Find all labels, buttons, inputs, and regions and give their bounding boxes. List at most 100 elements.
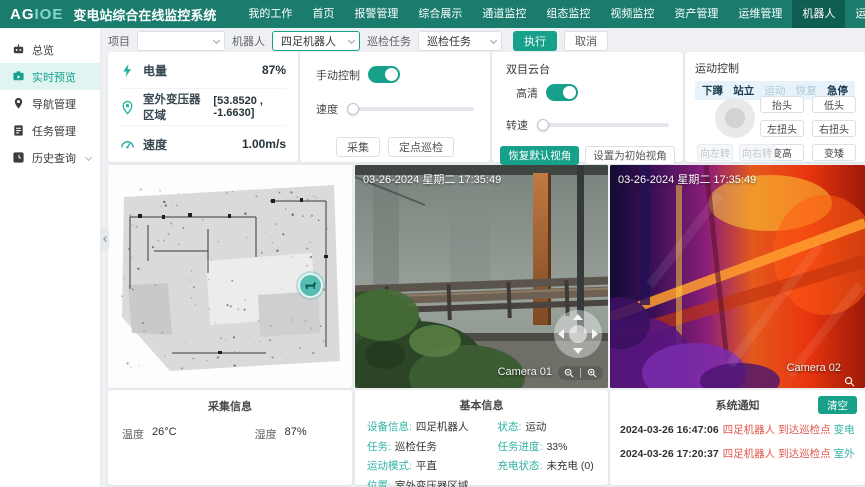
camera-2-thermal-feed: 03-26-2024 星期二 17:35:49 Camera 02 <box>610 165 865 388</box>
robot-dog-icon <box>304 280 318 291</box>
ptz-control[interactable] <box>554 310 602 358</box>
notification-action: 到达巡检点 <box>778 424 831 436</box>
gimbal-speed-label: 转速 <box>506 117 528 133</box>
sidebar-item-realtime-preview[interactable]: 实时预览 <box>0 63 100 90</box>
progress-value: 33% <box>546 441 567 453</box>
speed-label: 速度 <box>143 136 167 153</box>
robot-select-value: 四足机器人 <box>281 33 336 49</box>
slam-map-panel[interactable] <box>108 165 352 388</box>
camera-2-timestamp: 03-26-2024 星期二 17:35:49 <box>618 171 756 187</box>
hd-toggle[interactable] <box>546 84 578 101</box>
nav-my-work[interactable]: 我的工作 <box>238 0 302 28</box>
sidebar-item-task-mgmt[interactable]: 任务管理 <box>0 117 100 144</box>
robot-position-marker[interactable] <box>298 273 323 298</box>
position-value: 室外变压器区域 <box>395 480 469 487</box>
sidebar-item-navigation-mgmt[interactable]: 导航管理 <box>0 90 100 117</box>
point-patrol-button[interactable]: 定点巡检 <box>388 137 454 157</box>
notification-subject: 四足机器人 <box>723 448 776 460</box>
camera-2-label: Camera 02 <box>787 362 841 374</box>
height-down-button[interactable]: 变矮 <box>812 144 856 161</box>
motion-mode-value: 平直 <box>416 460 437 472</box>
basic-info-title: 基本信息 <box>367 397 596 413</box>
sidebar-item-label: 历史查询 <box>32 150 76 166</box>
clear-notifications-button[interactable]: 清空 <box>818 396 857 414</box>
app-logo: AGIOE <box>10 6 63 23</box>
task-value: 巡检任务 <box>395 441 437 453</box>
gimbal-speed-slider-knob[interactable] <box>537 119 549 131</box>
speed-slider[interactable] <box>348 107 474 111</box>
battery-row: 电量 87% <box>120 52 286 88</box>
joystick[interactable] <box>715 98 755 138</box>
cancel-button[interactable]: 取消 <box>564 31 608 51</box>
gimbal-speed-slider[interactable] <box>538 123 669 127</box>
patrol-task-select[interactable]: 巡检任务 <box>418 31 502 51</box>
task-list-icon <box>12 124 25 137</box>
logo-left: AG <box>10 6 35 23</box>
collect-button[interactable]: 采集 <box>336 137 380 157</box>
nav-operation-mgmt[interactable]: 运营管理 <box>845 0 865 28</box>
hd-label: 高清 <box>516 85 538 101</box>
camera-1-label: Camera 01 <box>498 366 552 378</box>
tab-crouch[interactable]: 下蹲 <box>702 83 723 98</box>
chevron-down-icon <box>85 154 92 161</box>
notification-location: 变电站一楼室内东北角 <box>834 424 855 436</box>
manual-control-toggle[interactable] <box>368 66 400 83</box>
head-up-button[interactable]: 抬头 <box>760 96 804 113</box>
nav-alarm-mgmt[interactable]: 报警管理 <box>344 0 408 28</box>
ptz-up-arrow-icon[interactable] <box>573 314 583 320</box>
rotate-right-button: 向右转 <box>739 144 775 161</box>
charge-label: 充电状态: <box>498 460 543 472</box>
zoom-out-icon[interactable] <box>564 368 574 378</box>
tab-stand[interactable]: 站立 <box>733 83 754 98</box>
collect-info-title: 采集信息 <box>122 398 338 414</box>
turn-head-left-button[interactable]: 左扭头 <box>760 120 804 137</box>
set-initial-view-button[interactable]: 设置为初始视角 <box>585 146 675 165</box>
nav-robot[interactable]: 机器人 <box>792 0 845 28</box>
notification-location: 室外变压器区域 <box>834 448 855 460</box>
nav-scada-monitor[interactable]: 组态监控 <box>536 0 600 28</box>
top-nav: 我的工作 首页 报警管理 综合展示 通道监控 组态监控 视频监控 资产管理 运维… <box>238 0 865 28</box>
camera-2-image <box>610 165 865 388</box>
sidebar-item-label: 任务管理 <box>32 123 76 139</box>
notification-action: 到达巡检点 <box>778 448 831 460</box>
camera-2-zoom-controls[interactable] <box>838 374 861 388</box>
head-down-button[interactable]: 低头 <box>812 96 856 113</box>
sidebar-item-overview[interactable]: 总览 <box>0 36 100 63</box>
zoom-in-icon[interactable] <box>587 368 597 378</box>
project-label: 项目 <box>108 33 130 49</box>
zoom-in-icon[interactable] <box>844 376 855 387</box>
camera-1-timestamp: 03-26-2024 星期二 17:35:49 <box>363 171 501 187</box>
nav-video-monitor[interactable]: 视频监控 <box>600 0 664 28</box>
notification-time: 2024-03-26 17:20:37 <box>620 448 719 460</box>
ptz-left-arrow-icon[interactable] <box>558 329 564 339</box>
camera-1-zoom-controls[interactable] <box>558 366 603 380</box>
sidebar-item-label: 实时预览 <box>32 69 76 85</box>
history-icon <box>12 151 25 164</box>
nav-channel-monitor[interactable]: 通道监控 <box>472 0 536 28</box>
notification-subject: 四足机器人 <box>723 424 776 436</box>
robot-select[interactable]: 四足机器人 <box>272 31 360 51</box>
ptz-down-arrow-icon[interactable] <box>573 348 583 354</box>
ptz-right-arrow-icon[interactable] <box>592 329 598 339</box>
sidebar-item-history-query[interactable]: 历史查询 <box>0 144 100 171</box>
reset-view-button[interactable]: 恢复默认视角 <box>500 146 579 165</box>
gimbal-title: 双目云台 <box>506 61 669 77</box>
execute-button[interactable]: 执行 <box>513 31 557 51</box>
project-select[interactable] <box>137 31 225 51</box>
speed-slider-knob[interactable] <box>347 103 359 115</box>
nav-ops-mgmt[interactable]: 运维管理 <box>728 0 792 28</box>
divider <box>580 368 581 378</box>
motion-control-card: 运动控制 下蹲 站立 运动 恢复 急停 抬头 低头 左扭头 右扭头 变高 变矮 … <box>685 52 865 162</box>
basic-info-card: 基本信息 设备信息:四足机器人 状态:运动 任务:巡检任务 任务进度:33% 运… <box>355 390 608 485</box>
turn-head-right-button[interactable]: 右扭头 <box>812 120 856 137</box>
sidebar-collapse-handle[interactable] <box>100 228 109 250</box>
robot-label: 机器人 <box>232 33 265 49</box>
temperature-item: 温度 26°C <box>122 426 177 442</box>
nav-dashboard[interactable]: 综合展示 <box>408 0 472 28</box>
robot-overview-icon <box>12 43 25 56</box>
nav-asset-mgmt[interactable]: 资产管理 <box>664 0 728 28</box>
progress-label: 任务进度: <box>498 441 543 453</box>
nav-home[interactable]: 首页 <box>302 0 344 28</box>
gimbal-control-card: 双目云台 高清 转速 恢复默认视角 设置为初始视角 <box>492 52 683 162</box>
charge-info: 充电状态:未充电 (0) <box>498 458 596 473</box>
